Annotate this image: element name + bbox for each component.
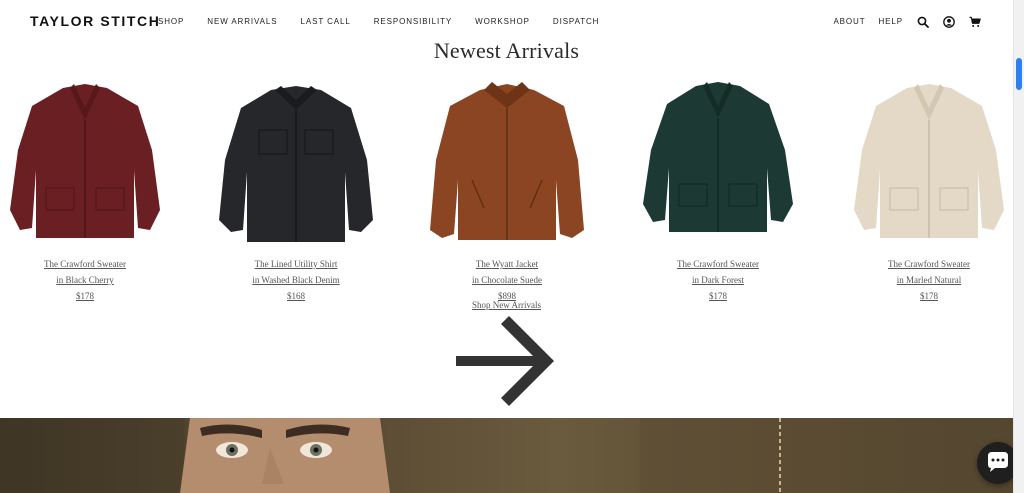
product-variant[interactable]: in Dark Forest [633,272,803,288]
nav-about[interactable]: ABOUT [833,17,865,26]
hero-image [0,418,1013,493]
product-card[interactable]: The Crawford Sweater in Dark Forest $178 [633,80,803,304]
product-variant[interactable]: in Marled Natural [844,272,1014,288]
brand-logo[interactable]: TAYLOR STITCH [30,13,160,29]
product-card[interactable]: The Wyatt Jacket in Chocolate Suede $898 [422,80,592,304]
shop-new-arrivals-link[interactable]: Shop New Arrivals [0,300,1013,310]
nav-workshop[interactable]: WORKSHOP [475,17,530,26]
product-variant[interactable]: in Washed Black Denim [211,272,381,288]
product-image[interactable] [211,80,381,248]
product-variant[interactable]: in Chocolate Suede [422,272,592,288]
utility-nav: ABOUT HELP [820,15,981,28]
nav-shop[interactable]: SHOP [158,17,184,26]
product-image[interactable] [422,80,592,248]
scrollbar-thumb[interactable] [1016,58,1022,90]
product-image[interactable] [0,80,170,248]
product-name[interactable]: The Wyatt Jacket [422,256,592,272]
product-card[interactable]: The Crawford Sweater in Marled Natural $… [844,80,1014,304]
nav-last-call[interactable]: LAST CALL [301,17,351,26]
product-name[interactable]: The Crawford Sweater [633,256,803,272]
product-card[interactable]: The Crawford Sweater in Black Cherry $17… [0,80,170,304]
product-name[interactable]: The Lined Utility Shirt [211,256,381,272]
product-name[interactable]: The Crawford Sweater [844,256,1014,272]
account-icon[interactable] [943,15,955,28]
nav-dispatch[interactable]: DISPATCH [553,17,599,26]
nav-responsibility[interactable]: RESPONSIBILITY [374,17,452,26]
search-icon[interactable] [917,15,929,28]
product-image[interactable] [844,80,1014,248]
nav-help[interactable]: HELP [879,17,904,26]
product-variant[interactable]: in Black Cherry [0,272,170,288]
product-image[interactable] [633,80,803,248]
cart-icon[interactable] [969,15,981,27]
section-title: Newest Arrivals [433,38,580,63]
arrow-right-icon[interactable] [453,313,559,413]
page-scrollbar[interactable] [1013,0,1024,493]
nav-new-arrivals[interactable]: NEW ARRIVALS [207,17,277,26]
product-name[interactable]: The Crawford Sweater [0,256,170,272]
product-card[interactable]: The Lined Utility Shirt in Washed Black … [211,80,381,304]
main-nav: SHOP NEW ARRIVALS LAST CALL RESPONSIBILI… [158,17,622,26]
